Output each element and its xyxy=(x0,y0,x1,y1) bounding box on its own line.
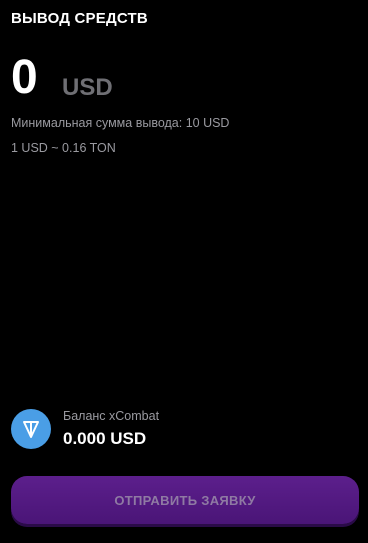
exchange-rate-text: 1 USD ~ 0.16 TON xyxy=(11,141,116,155)
balance-label: Баланс xCombat xyxy=(63,409,160,423)
balance-amount: 0.000 USD xyxy=(63,429,147,448)
submit-request-button[interactable]: ОТПРАВИТЬ ЗАЯВКУ xyxy=(11,476,359,524)
min-withdrawal-text: Минимальная сумма вывода: 10 USD xyxy=(11,116,230,130)
submit-request-label: ОТПРАВИТЬ ЗАЯВКУ xyxy=(114,492,256,508)
balance-text: Баланс xCombat 0.000 USD xyxy=(63,408,159,449)
amount-display: USD xyxy=(11,52,113,104)
ton-glyph xyxy=(23,420,39,438)
amount-currency: USD xyxy=(62,74,113,101)
ton-icon xyxy=(11,408,51,449)
page-title: ВЫВОД СРЕДСТВ xyxy=(11,10,148,27)
amount-input[interactable] xyxy=(11,52,51,104)
balance-block: Баланс xCombat 0.000 USD xyxy=(11,408,159,449)
